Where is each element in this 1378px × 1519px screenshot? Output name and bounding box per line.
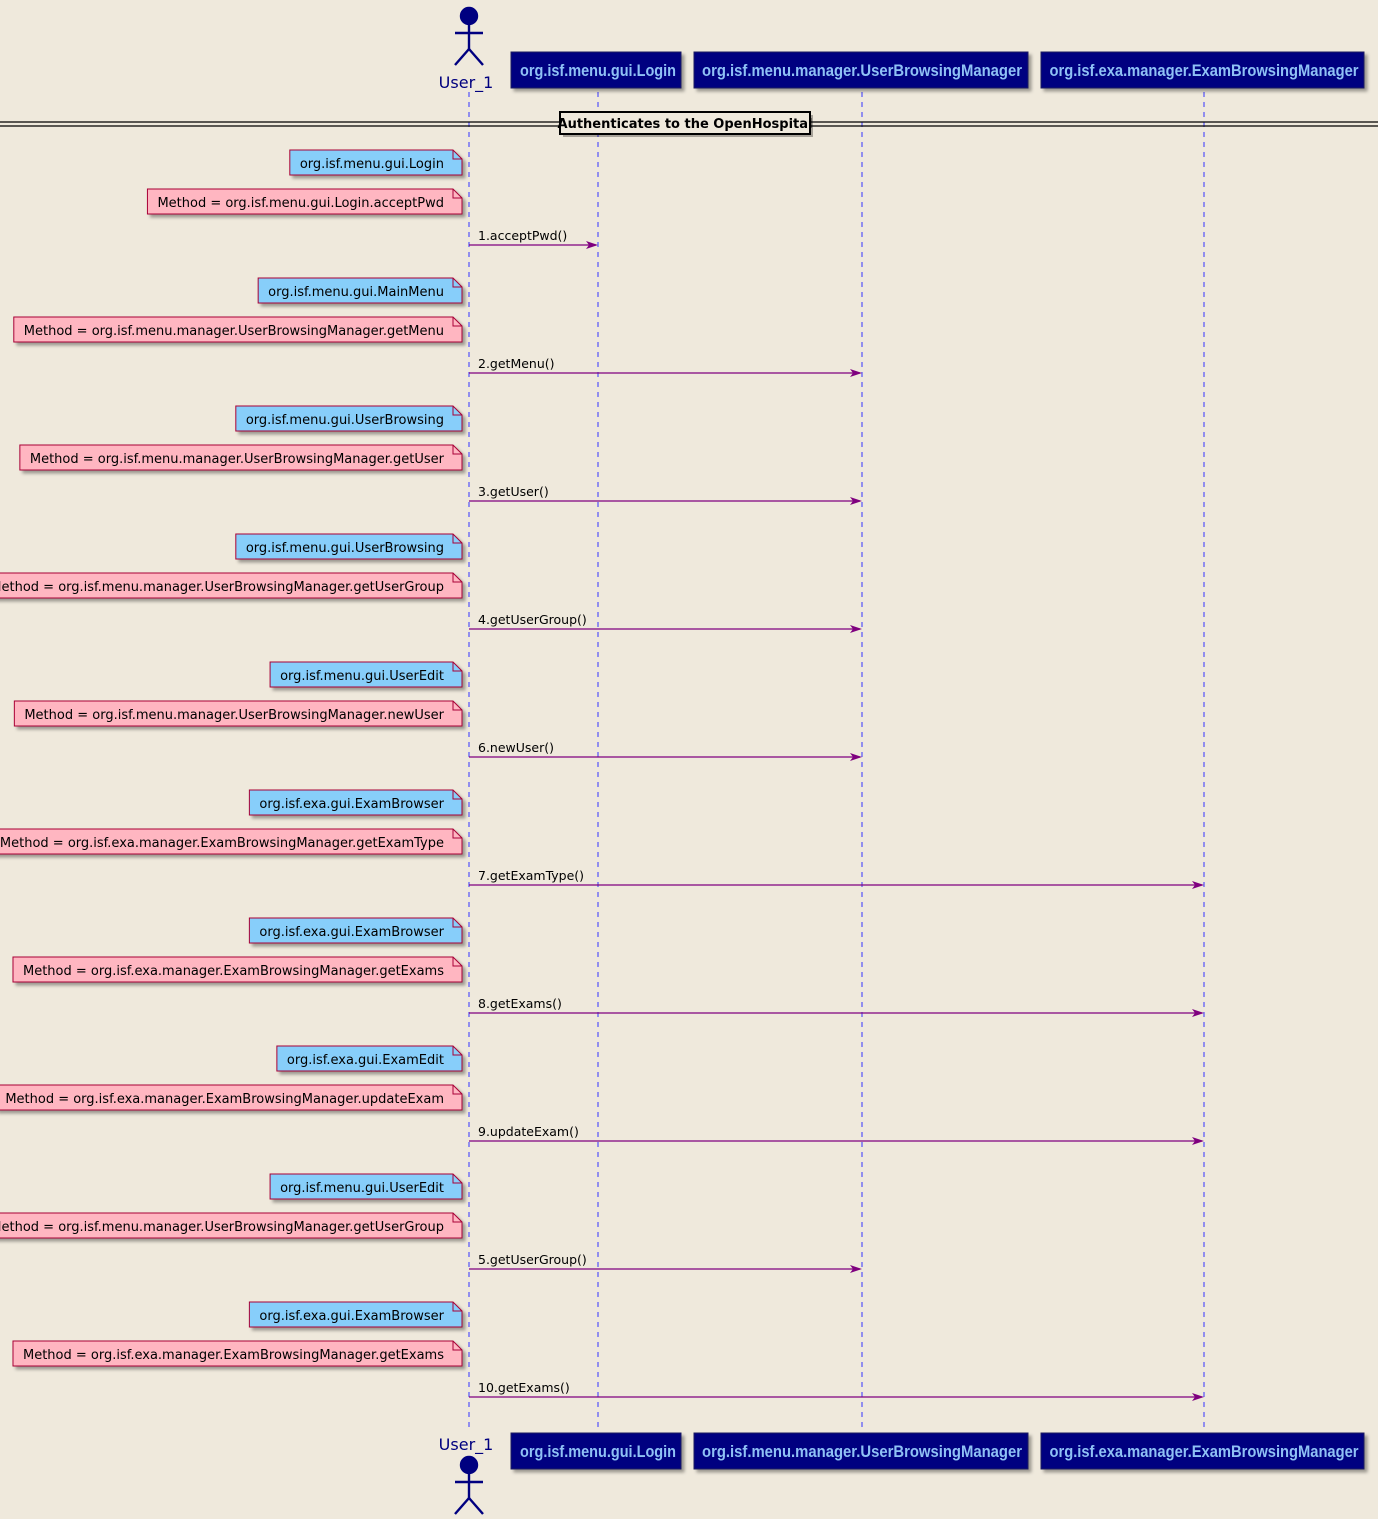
step-10: org.isf.exa.gui.ExamBrowser Method = org.…: [12, 1301, 1204, 1401]
gui-note-label: org.isf.menu.gui.UserBrowsing: [246, 541, 444, 556]
method-note-label: Method = org.isf.menu.manager.UserBrowsi…: [24, 708, 444, 723]
divider-label: Authenticates to the OpenHospital: [558, 117, 813, 132]
actor-label: User_1: [439, 73, 494, 93]
actor-bottom: User_1: [439, 1435, 494, 1515]
participant-label: org.isf.exa.manager.ExamBrowsingManager: [1050, 61, 1359, 80]
participant-label: org.isf.menu.gui.Login: [520, 1442, 676, 1461]
gui-note: org.isf.exa.gui.ExamBrowser: [248, 917, 463, 944]
method-note-label: Method = org.isf.menu.manager.UserBrowsi…: [0, 580, 444, 595]
step-5: org.isf.menu.gui.UserEdit Method = org.is…: [13, 661, 862, 761]
method-note-label: Method = org.isf.menu.manager.UserBrowsi…: [0, 1220, 444, 1235]
step-3: org.isf.menu.gui.UserBrowsing Method = or…: [19, 405, 862, 505]
gui-note: org.isf.menu.gui.UserEdit: [269, 1173, 463, 1200]
message-label: 4.getUserGroup(): [478, 612, 587, 627]
method-note: Method = org.isf.exa.manager.ExamBrowsin…: [12, 956, 463, 983]
gui-note-label: org.isf.exa.gui.ExamBrowser: [259, 925, 444, 940]
method-note: Method = org.isf.exa.manager.ExamBrowsin…: [0, 1084, 463, 1111]
participant-label: org.isf.menu.gui.Login: [520, 61, 676, 80]
method-note: Method = org.isf.menu.manager.UserBrowsi…: [19, 444, 463, 471]
participant-user-browsing-manager-bottom: org.isf.menu.manager.UserBrowsingManager: [693, 1432, 1029, 1470]
gui-note-label: org.isf.menu.gui.UserBrowsing: [246, 413, 444, 428]
gui-note: org.isf.menu.gui.UserBrowsing: [235, 405, 463, 432]
message-label: 10.getExams(): [478, 1380, 570, 1395]
participant-label: org.isf.menu.manager.UserBrowsingManager: [702, 61, 1022, 80]
gui-note-label: org.isf.menu.gui.UserEdit: [280, 669, 444, 684]
gui-note: org.isf.menu.gui.Login: [289, 149, 463, 176]
gui-note-label: org.isf.exa.gui.ExamBrowser: [259, 797, 444, 812]
message-arrow: [469, 1393, 1204, 1401]
divider: Authenticates to the OpenHospital: [0, 111, 1378, 137]
method-note-label: Method = org.isf.menu.gui.Login.acceptPw…: [157, 196, 444, 211]
step-8: org.isf.exa.gui.ExamEdit Method = org.isf…: [0, 1045, 1204, 1145]
gui-note-label: org.isf.exa.gui.ExamEdit: [287, 1053, 444, 1068]
gui-note-label: org.isf.menu.gui.Login: [300, 157, 444, 172]
participant-label: org.isf.exa.manager.ExamBrowsingManager: [1050, 1442, 1359, 1461]
message-label: 3.getUser(): [478, 484, 549, 499]
actor-top: User_1: [439, 6, 494, 93]
gui-note: org.isf.menu.gui.UserEdit: [269, 661, 463, 688]
method-note-label: Method = org.isf.exa.manager.ExamBrowsin…: [5, 1092, 444, 1107]
actor-icon: [454, 6, 484, 66]
actor-icon: [454, 1455, 484, 1515]
step-4: org.isf.menu.gui.UserBrowsing Method = or…: [0, 533, 862, 633]
gui-note: org.isf.exa.gui.ExamBrowser: [248, 1301, 463, 1328]
method-note: Method = org.isf.exa.manager.ExamBrowsin…: [0, 828, 463, 855]
participant-user-browsing-manager-top: org.isf.menu.manager.UserBrowsingManager: [693, 51, 1029, 89]
method-note: Method = org.isf.menu.manager.UserBrowsi…: [13, 316, 463, 343]
message-arrow: [469, 1009, 1204, 1017]
method-note-label: Method = org.isf.exa.manager.ExamBrowsin…: [23, 964, 444, 979]
gui-note: org.isf.exa.gui.ExamBrowser: [248, 789, 463, 816]
method-note-label: Method = org.isf.exa.manager.ExamBrowsin…: [0, 836, 444, 851]
method-note-label: Method = org.isf.exa.manager.ExamBrowsin…: [23, 1348, 444, 1363]
method-note: Method = org.isf.menu.gui.Login.acceptPw…: [146, 188, 463, 215]
message-label: 8.getExams(): [478, 996, 562, 1011]
actor-label: User_1: [439, 1435, 494, 1455]
participant-login-bottom: org.isf.menu.gui.Login: [510, 1432, 682, 1470]
method-note: Method = org.isf.exa.manager.ExamBrowsin…: [12, 1340, 463, 1367]
method-note-label: Method = org.isf.menu.manager.UserBrowsi…: [30, 452, 445, 467]
message-label: 7.getExamType(): [478, 868, 584, 883]
method-note: Method = org.isf.menu.manager.UserBrowsi…: [0, 1212, 463, 1239]
message-label: 9.updateExam(): [478, 1124, 579, 1139]
method-note-label: Method = org.isf.menu.manager.UserBrowsi…: [24, 324, 444, 339]
message-arrow: [469, 1137, 1204, 1145]
message-label: 5.getUserGroup(): [478, 1252, 587, 1267]
gui-note-label: org.isf.menu.gui.MainMenu: [268, 285, 444, 300]
message-label: 2.getMenu(): [478, 356, 555, 371]
participant-label: org.isf.menu.manager.UserBrowsingManager: [702, 1442, 1022, 1461]
participant-login-top: org.isf.menu.gui.Login: [510, 51, 682, 89]
gui-note: org.isf.menu.gui.MainMenu: [257, 277, 463, 304]
step-9: org.isf.menu.gui.UserEdit Method = org.is…: [0, 1173, 862, 1273]
method-note: Method = org.isf.menu.manager.UserBrowsi…: [13, 700, 463, 727]
step-1: org.isf.menu.gui.Login Method = org.isf.m…: [146, 149, 598, 249]
participant-exam-browsing-manager-bottom: org.isf.exa.manager.ExamBrowsingManager: [1040, 1432, 1365, 1470]
step-2: org.isf.menu.gui.MainMenu Method = org.is…: [13, 277, 862, 377]
gui-note-label: org.isf.exa.gui.ExamBrowser: [259, 1309, 444, 1324]
gui-note: org.isf.menu.gui.UserBrowsing: [235, 533, 463, 560]
gui-note: org.isf.exa.gui.ExamEdit: [276, 1045, 463, 1072]
step-6: org.isf.exa.gui.ExamBrowser Method = org.…: [0, 789, 1204, 889]
method-note: Method = org.isf.menu.manager.UserBrowsi…: [0, 572, 463, 599]
sequence-diagram: Authenticates to the OpenHospital org.is…: [0, 6, 1378, 1515]
gui-note-label: org.isf.menu.gui.UserEdit: [280, 1181, 444, 1196]
participant-exam-browsing-manager-top: org.isf.exa.manager.ExamBrowsingManager: [1040, 51, 1365, 89]
message-label: 6.newUser(): [478, 740, 554, 755]
step-7: org.isf.exa.gui.ExamBrowser Method = org.…: [12, 917, 1204, 1017]
message-label: 1.acceptPwd(): [478, 228, 567, 243]
